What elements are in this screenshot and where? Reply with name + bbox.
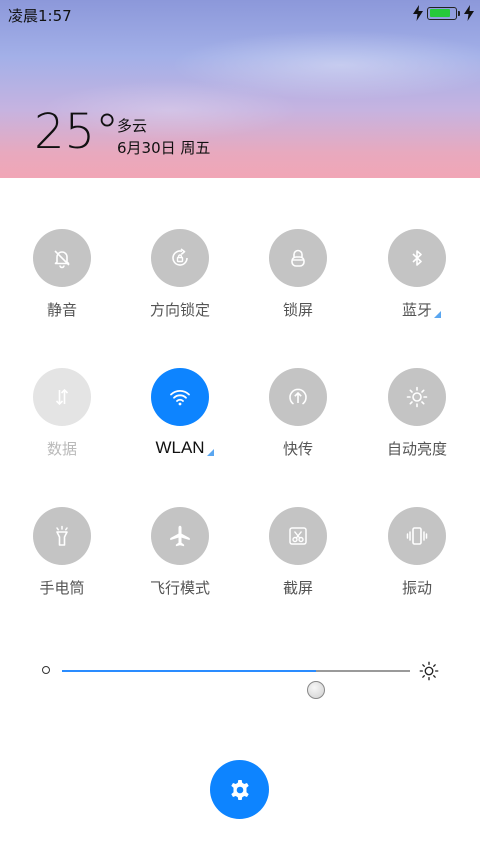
toggle-circle[interactable]	[33, 368, 91, 426]
toggle-quick-share[interactable]: 快传	[243, 368, 353, 459]
toggle-vibrate[interactable]: 振动	[362, 507, 472, 598]
notification-shade: 凌晨1:57 25° 多云 6月30日 周五 静音 方向锁定 锁屏 蓝牙 数据 …	[0, 0, 480, 853]
weather-condition[interactable]: 多云	[117, 115, 147, 136]
toggle-circle[interactable]	[151, 507, 209, 565]
wifi-icon	[170, 390, 190, 406]
toggle-label: 截屏	[282, 579, 313, 597]
temperature[interactable]: 25°	[34, 108, 119, 156]
battery-icon	[427, 6, 460, 20]
toggle-label: 蓝牙	[402, 299, 441, 320]
airplane-icon	[170, 525, 190, 547]
submenu-indicator-icon	[206, 449, 214, 456]
toggle-label: 飞行模式	[149, 579, 210, 597]
toggle-circle[interactable]	[33, 229, 91, 287]
toggle-bluetooth[interactable]: 蓝牙	[362, 229, 472, 320]
charging-bolt-icon	[464, 5, 474, 21]
toggle-label: 振动	[401, 579, 432, 597]
toggle-circle[interactable]	[269, 507, 327, 565]
toggle-label: 静音	[46, 301, 77, 319]
toggle-circle[interactable]	[151, 229, 209, 287]
gear-icon	[230, 779, 249, 800]
toggle-screenshot[interactable]: 截屏	[243, 507, 353, 598]
status-icons	[413, 5, 474, 21]
bell-off-icon	[54, 250, 70, 269]
toggle-rotation-lock[interactable]: 方向锁定	[125, 229, 235, 320]
vibrate-icon	[406, 527, 428, 545]
toggle-label: 快传	[282, 440, 313, 458]
toggle-label: 手电筒	[39, 579, 85, 597]
charging-bolt-icon	[413, 5, 423, 21]
date-label[interactable]: 6月30日 周五	[117, 137, 210, 158]
toggle-mute[interactable]: 静音	[7, 229, 117, 320]
toggle-lock-screen[interactable]: 锁屏	[243, 229, 353, 320]
toggle-circle[interactable]	[388, 507, 446, 565]
weather-header: 凌晨1:57 25° 多云 6月30日 周五	[0, 0, 480, 178]
brightness-slider[interactable]	[62, 670, 410, 699]
status-bar: 凌晨1:57	[0, 0, 480, 28]
toggle-circle[interactable]	[151, 368, 209, 426]
toggle-label: 方向锁定	[149, 301, 210, 319]
toggle-label: WLAN	[155, 438, 214, 458]
toggle-circle[interactable]	[388, 229, 446, 287]
toggle-label: 数据	[46, 440, 77, 458]
toggle-circle[interactable]	[33, 507, 91, 565]
toggle-circle[interactable]	[269, 229, 327, 287]
toggle-label: 锁屏	[282, 301, 313, 319]
sun-icon	[406, 386, 428, 408]
bluetooth-icon	[412, 250, 422, 266]
rotation-lock-icon	[172, 248, 188, 266]
brightness-slider-fill	[62, 670, 317, 672]
upload-icon	[289, 388, 307, 405]
flashlight-icon	[56, 525, 68, 546]
settings-button[interactable]	[210, 760, 269, 819]
brightness-low-icon	[42, 666, 50, 674]
toggle-auto-brightness[interactable]: 自动亮度	[362, 368, 472, 459]
toggle-circle[interactable]	[269, 368, 327, 426]
padlock-icon	[291, 249, 305, 267]
submenu-indicator-icon	[434, 311, 441, 318]
data-arrows-icon	[55, 388, 69, 406]
brightness-control	[0, 650, 480, 699]
toggle-label: 自动亮度	[386, 440, 447, 458]
toggle-circle[interactable]	[388, 368, 446, 426]
toggle-wlan[interactable]: WLAN	[125, 368, 235, 458]
scissors-icon	[289, 527, 307, 545]
brightness-high-icon	[419, 661, 439, 681]
status-time: 凌晨1:57	[8, 7, 72, 25]
brightness-slider-thumb[interactable]	[307, 681, 326, 699]
toggle-mobile-data[interactable]: 数据	[7, 368, 117, 459]
toggle-flashlight[interactable]: 手电筒	[7, 507, 117, 598]
toggle-airplane[interactable]: 飞行模式	[125, 507, 235, 598]
